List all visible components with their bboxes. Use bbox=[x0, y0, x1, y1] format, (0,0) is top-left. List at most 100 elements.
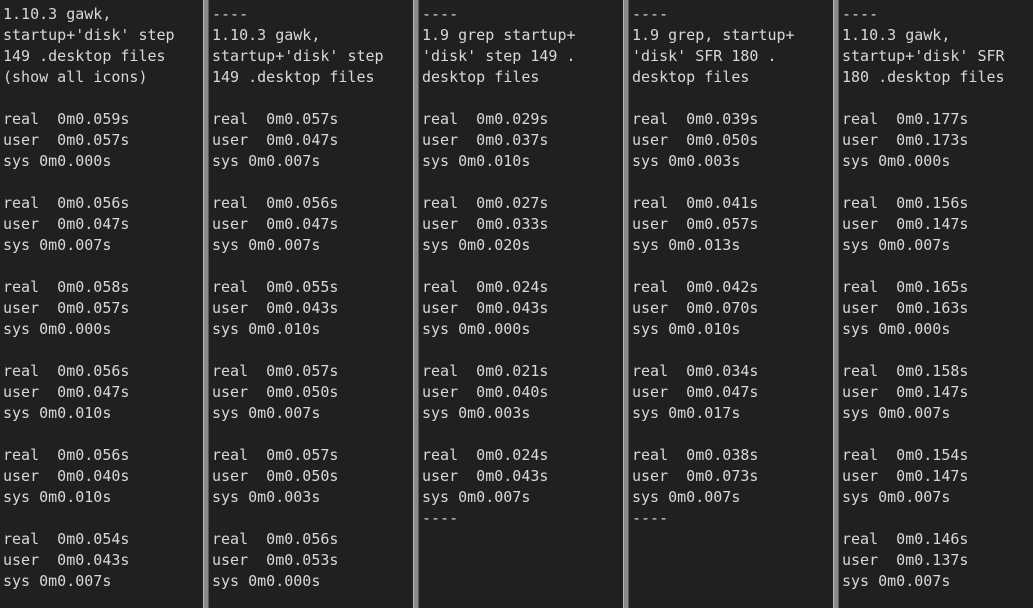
terminal-line: real 0m0.056s bbox=[212, 194, 339, 212]
terminal-line: 1.9 grep startup+ bbox=[422, 26, 576, 44]
terminal-line: user 0m0.050s bbox=[632, 131, 759, 149]
pane-text: ---- 1.10.3 gawk, startup+'disk' step 149 .… bbox=[209, 0, 412, 592]
terminal-line: user 0m0.147s bbox=[842, 383, 969, 401]
terminal-line: ---- bbox=[632, 5, 669, 23]
terminal-line: user 0m0.043s bbox=[422, 299, 549, 317]
terminal-line: user 0m0.070s bbox=[632, 299, 759, 317]
terminal-line: ---- bbox=[422, 5, 459, 23]
terminal-line: ---- bbox=[842, 5, 879, 23]
terminal-line: real 0m0.177s bbox=[842, 110, 969, 128]
terminal-pane-3[interactable]: ---- 1.9 grep startup+ 'disk' step 149 . de… bbox=[419, 0, 622, 608]
terminal-line: user 0m0.047s bbox=[212, 215, 339, 233]
terminal-line: user 0m0.053s bbox=[212, 551, 339, 569]
terminal-line: sys 0m0.007s bbox=[3, 236, 112, 254]
terminal-line: ---- bbox=[632, 509, 669, 527]
terminal-line: sys 0m0.010s bbox=[3, 404, 112, 422]
terminal-split-view: 1.10.3 gawk, startup+'disk' step 149 .desk… bbox=[0, 0, 1033, 608]
terminal-line: real 0m0.154s bbox=[842, 446, 969, 464]
terminal-line: user 0m0.047s bbox=[3, 215, 130, 233]
terminal-line: user 0m0.137s bbox=[842, 551, 969, 569]
terminal-line: 180 .desktop files bbox=[842, 68, 1005, 86]
pane-text: ---- 1.10.3 gawk, startup+'disk' SFR 180 .d… bbox=[839, 0, 1033, 592]
terminal-line: real 0m0.057s bbox=[212, 110, 339, 128]
terminal-line: user 0m0.033s bbox=[422, 215, 549, 233]
terminal-line: user 0m0.040s bbox=[3, 467, 130, 485]
terminal-line: user 0m0.050s bbox=[212, 467, 339, 485]
terminal-line: real 0m0.029s bbox=[422, 110, 549, 128]
terminal-pane-4[interactable]: ---- 1.9 grep, startup+ 'disk' SFR 180 . de… bbox=[629, 0, 832, 608]
terminal-line: real 0m0.146s bbox=[842, 530, 969, 548]
terminal-line: sys 0m0.000s bbox=[3, 152, 112, 170]
terminal-line: startup+'disk' step bbox=[212, 47, 384, 65]
terminal-line: user 0m0.057s bbox=[3, 299, 130, 317]
terminal-line: user 0m0.147s bbox=[842, 215, 969, 233]
terminal-line: real 0m0.156s bbox=[842, 194, 969, 212]
terminal-line: 'disk' step 149 . bbox=[422, 47, 576, 65]
terminal-line: user 0m0.037s bbox=[422, 131, 549, 149]
terminal-pane-2[interactable]: ---- 1.10.3 gawk, startup+'disk' step 149 .… bbox=[209, 0, 412, 608]
terminal-line: real 0m0.041s bbox=[632, 194, 759, 212]
terminal-line: real 0m0.024s bbox=[422, 446, 549, 464]
terminal-line: real 0m0.021s bbox=[422, 362, 549, 380]
terminal-line: ---- bbox=[422, 509, 459, 527]
terminal-line: 149 .desktop files bbox=[3, 47, 166, 65]
terminal-line: real 0m0.057s bbox=[212, 362, 339, 380]
terminal-line: user 0m0.050s bbox=[212, 383, 339, 401]
terminal-line: 1.10.3 gawk, bbox=[3, 5, 112, 23]
terminal-line: sys 0m0.007s bbox=[632, 488, 741, 506]
terminal-line: (show all icons) bbox=[3, 68, 148, 86]
terminal-line: real 0m0.055s bbox=[212, 278, 339, 296]
terminal-line: sys 0m0.007s bbox=[842, 572, 951, 590]
terminal-line: sys 0m0.000s bbox=[212, 572, 321, 590]
terminal-line: real 0m0.056s bbox=[3, 446, 130, 464]
terminal-line: user 0m0.040s bbox=[422, 383, 549, 401]
terminal-line: ---- bbox=[212, 5, 249, 23]
terminal-line: sys 0m0.007s bbox=[212, 404, 321, 422]
terminal-line: 1.10.3 gawk, bbox=[212, 26, 321, 44]
terminal-line: sys 0m0.000s bbox=[842, 152, 951, 170]
terminal-line: real 0m0.056s bbox=[212, 530, 339, 548]
terminal-line: user 0m0.057s bbox=[3, 131, 130, 149]
terminal-line: real 0m0.056s bbox=[3, 194, 130, 212]
terminal-line: sys 0m0.010s bbox=[422, 152, 531, 170]
pane-text: ---- 1.9 grep startup+ 'disk' step 149 . de… bbox=[419, 0, 622, 529]
terminal-line: user 0m0.147s bbox=[842, 467, 969, 485]
terminal-pane-5[interactable]: ---- 1.10.3 gawk, startup+'disk' SFR 180 .d… bbox=[839, 0, 1033, 608]
terminal-line: user 0m0.073s bbox=[632, 467, 759, 485]
terminal-line: real 0m0.056s bbox=[3, 362, 130, 380]
terminal-line: sys 0m0.020s bbox=[422, 236, 531, 254]
terminal-line: sys 0m0.010s bbox=[3, 488, 112, 506]
terminal-line: real 0m0.165s bbox=[842, 278, 969, 296]
terminal-line: sys 0m0.007s bbox=[3, 572, 112, 590]
terminal-line: 1.10.3 gawk, bbox=[842, 26, 951, 44]
terminal-line: sys 0m0.007s bbox=[842, 236, 951, 254]
terminal-line: user 0m0.047s bbox=[3, 383, 130, 401]
terminal-pane-1[interactable]: 1.10.3 gawk, startup+'disk' step 149 .desk… bbox=[0, 0, 203, 608]
terminal-line: user 0m0.043s bbox=[3, 551, 130, 569]
terminal-line: sys 0m0.003s bbox=[212, 488, 321, 506]
terminal-line: real 0m0.042s bbox=[632, 278, 759, 296]
terminal-line: sys 0m0.007s bbox=[842, 404, 951, 422]
